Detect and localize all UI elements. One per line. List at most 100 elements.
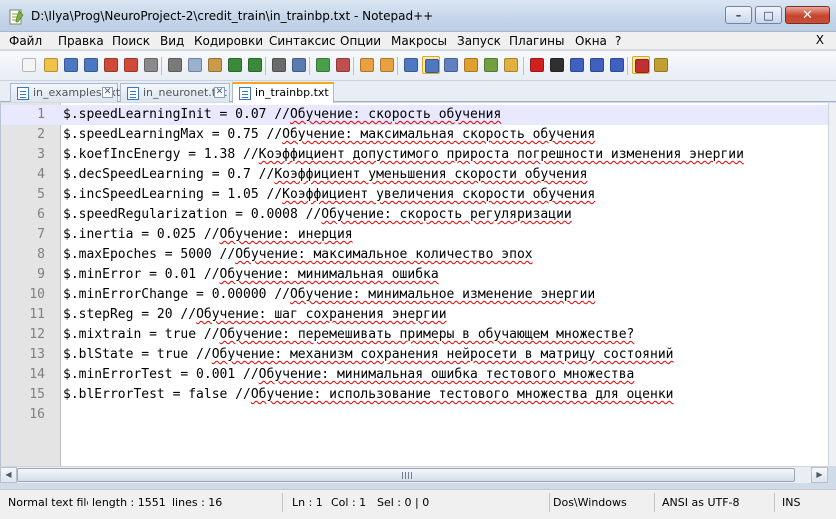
play-macro-icon[interactable] bbox=[568, 56, 586, 74]
scroll-left-arrow-icon[interactable]: ◀ bbox=[0, 467, 17, 483]
close-all-icon[interactable] bbox=[122, 56, 140, 74]
find-icon[interactable] bbox=[270, 56, 288, 74]
menu-item-9[interactable]: Запуск bbox=[457, 34, 501, 48]
comment-text: Обучение: минимальная ошибка bbox=[219, 267, 439, 282]
editor-line[interactable]: 10 $.minErrorChange = 0.00000 //Обучение:… bbox=[1, 285, 829, 305]
status-column: Col : 1 bbox=[331, 496, 367, 509]
zoom-in-icon[interactable] bbox=[314, 56, 332, 74]
indent-guide-icon[interactable] bbox=[442, 56, 460, 74]
tab-close-icon[interactable]: ✕ bbox=[214, 87, 225, 98]
code-text: $.speedLearningMax = 0.75 // bbox=[63, 127, 283, 142]
cut-icon[interactable] bbox=[166, 56, 184, 74]
comment-text: Коэффициент уменьшения скорости обучения bbox=[274, 167, 588, 182]
tab-in-trainbp[interactable]: in_trainbp.txt bbox=[232, 82, 334, 103]
status-encoding[interactable]: ANSI as UTF-8 bbox=[662, 496, 740, 509]
editor-line[interactable]: 15 $.blErrorTest = false //Обучение: испо… bbox=[1, 385, 829, 405]
editor-line[interactable]: 7 $.inertia = 0.025 //Обучение: инерция bbox=[1, 225, 829, 245]
file-icon bbox=[17, 87, 29, 100]
save-macro-icon[interactable] bbox=[608, 56, 626, 74]
run-macro-multiple-icon[interactable] bbox=[588, 56, 606, 74]
close-window-button[interactable]: ✕ bbox=[785, 6, 830, 24]
code-text: $.inertia = 0.025 // bbox=[63, 227, 220, 242]
line-number: 7 bbox=[37, 227, 45, 242]
close-icon[interactable] bbox=[102, 56, 120, 74]
horizontal-scrollbar[interactable]: ◀ ▶ bbox=[0, 466, 828, 483]
status-eol-format[interactable]: Dos\Windows bbox=[553, 496, 627, 509]
menu-item-5[interactable]: Кодировки bbox=[194, 34, 263, 48]
editor-line[interactable]: 11 $.stepReg = 20 //Обучение: шаг сохране… bbox=[1, 305, 829, 325]
tab-bar: in_examples.txt ✕ in_neuronet.txt ✕ in_t… bbox=[0, 81, 836, 103]
save-all-icon[interactable] bbox=[82, 56, 100, 74]
document-map-icon[interactable] bbox=[462, 56, 480, 74]
line-code: $.minErrorChange = 0.00000 //Обучение: м… bbox=[63, 285, 595, 305]
paste-icon[interactable] bbox=[206, 56, 224, 74]
line-code: $.maxEpoches = 5000 //Обучение: максимал… bbox=[63, 245, 533, 265]
vertical-scrollbar[interactable] bbox=[828, 103, 836, 466]
menu-item-12[interactable]: ? bbox=[615, 34, 621, 48]
open-file-icon[interactable] bbox=[42, 56, 60, 74]
replace-icon[interactable] bbox=[290, 56, 308, 74]
comment-text: Обучение: использование тестового множес… bbox=[250, 387, 674, 402]
comment-text: Обучение: перемешивать примеры в обучающ… bbox=[219, 327, 635, 342]
menu-item-2[interactable]: Правка bbox=[58, 34, 104, 48]
spellcheck-icon[interactable] bbox=[632, 56, 650, 74]
menu-close-document-button[interactable]: X bbox=[816, 33, 824, 47]
menu-item-3[interactable]: Поиск bbox=[112, 34, 150, 48]
editor-line[interactable]: 3 $.koefIncEnergy = 1.38 //Коэффициент до… bbox=[1, 145, 829, 165]
editor-line[interactable]: 14 $.minErrorTest = 0.001 //Обучение: мин… bbox=[1, 365, 829, 385]
editor-line[interactable]: 8 $.maxEpoches = 5000 //Обучение: максима… bbox=[1, 245, 829, 265]
line-code: $.koefIncEnergy = 1.38 //Коэффициент доп… bbox=[63, 145, 744, 165]
stop-record-icon[interactable] bbox=[548, 56, 566, 74]
editor-line[interactable]: 16 bbox=[1, 405, 829, 425]
menu-bar: X Файл Правка Поиск Вид Кодировки Синтаксис Оп… bbox=[0, 32, 836, 50]
code-text: $.koefIncEnergy = 1.38 // bbox=[63, 147, 259, 162]
editor-line[interactable]: 4 $.decSpeedLearning = 0.7 //Коэффициент … bbox=[1, 165, 829, 185]
tab-in-examples[interactable]: in_examples.txt ✕ bbox=[10, 83, 120, 102]
editor-line[interactable]: 1 $.speedLearningInit = 0.07 //Обучение: … bbox=[1, 105, 829, 125]
line-code: $.decSpeedLearning = 0.7 //Коэффициент у… bbox=[63, 165, 587, 185]
line-code: $.stepReg = 20 //Обучение: шаг сохранени… bbox=[63, 305, 447, 325]
editor-line[interactable]: 12 $.mixtrain = true //Обучение: перемеши… bbox=[1, 325, 829, 345]
show-all-chars-icon[interactable] bbox=[422, 56, 440, 74]
print-icon[interactable] bbox=[142, 56, 160, 74]
settings-icon[interactable] bbox=[652, 56, 670, 74]
maximize-button[interactable]: □ bbox=[755, 6, 782, 24]
comment-text: Обучение: скорость регуляризации bbox=[321, 207, 572, 222]
editor-line[interactable]: 2 $.speedLearningMax = 0.75 //Обучение: м… bbox=[1, 125, 829, 145]
editor-line[interactable]: 6 $.speedRegularization = 0.0008 //Обучен… bbox=[1, 205, 829, 225]
menu-item-10[interactable]: Плагины bbox=[509, 34, 564, 48]
toolbar-separator bbox=[397, 57, 398, 75]
save-icon[interactable] bbox=[62, 56, 80, 74]
scrollbar-thumb[interactable] bbox=[17, 468, 795, 482]
undo-icon[interactable] bbox=[226, 56, 244, 74]
line-number: 8 bbox=[37, 247, 45, 262]
line-number: 4 bbox=[37, 167, 45, 182]
redo-icon[interactable] bbox=[246, 56, 264, 74]
tab-in-neuronet[interactable]: in_neuronet.txt ✕ bbox=[120, 83, 230, 102]
function-list-icon[interactable] bbox=[482, 56, 500, 74]
text-editor[interactable]: 1 $.speedLearningInit = 0.07 //Обучение: … bbox=[0, 103, 829, 466]
editor-line[interactable]: 5 $.incSpeedLearning = 1.05 //Коэффициент… bbox=[1, 185, 829, 205]
copy-icon[interactable] bbox=[186, 56, 204, 74]
menu-item-4[interactable]: Вид bbox=[160, 34, 184, 48]
menu-item-7[interactable]: Опции bbox=[340, 34, 381, 48]
record-macro-icon[interactable] bbox=[528, 56, 546, 74]
zoom-out-icon[interactable] bbox=[334, 56, 352, 74]
menu-item-8[interactable]: Макросы bbox=[391, 34, 447, 48]
menu-item-11[interactable]: Окна bbox=[575, 34, 607, 48]
status-file-type: Normal text file bbox=[8, 496, 88, 509]
folder-as-workspace-icon[interactable] bbox=[502, 56, 520, 74]
new-file-icon[interactable] bbox=[20, 56, 38, 74]
menu-item-6[interactable]: Синтаксис bbox=[269, 34, 336, 48]
sync-horizontal-icon[interactable] bbox=[378, 56, 396, 74]
line-code: $.inertia = 0.025 //Обучение: инерция bbox=[63, 225, 353, 245]
scroll-right-arrow-icon[interactable]: ▶ bbox=[811, 467, 828, 483]
editor-line[interactable]: 13 $.blState = true //Обучение: механизм … bbox=[1, 345, 829, 365]
sync-vertical-icon[interactable] bbox=[358, 56, 376, 74]
editor-line[interactable]: 9 $.minError = 0.01 //Обучение: минимальн… bbox=[1, 265, 829, 285]
minimize-button[interactable]: – bbox=[725, 6, 752, 24]
word-wrap-icon[interactable] bbox=[402, 56, 420, 74]
tab-close-icon[interactable]: ✕ bbox=[102, 87, 113, 98]
menu-item-1[interactable]: Файл bbox=[9, 34, 42, 48]
status-selection: Sel : 0 | 0 bbox=[377, 496, 430, 509]
